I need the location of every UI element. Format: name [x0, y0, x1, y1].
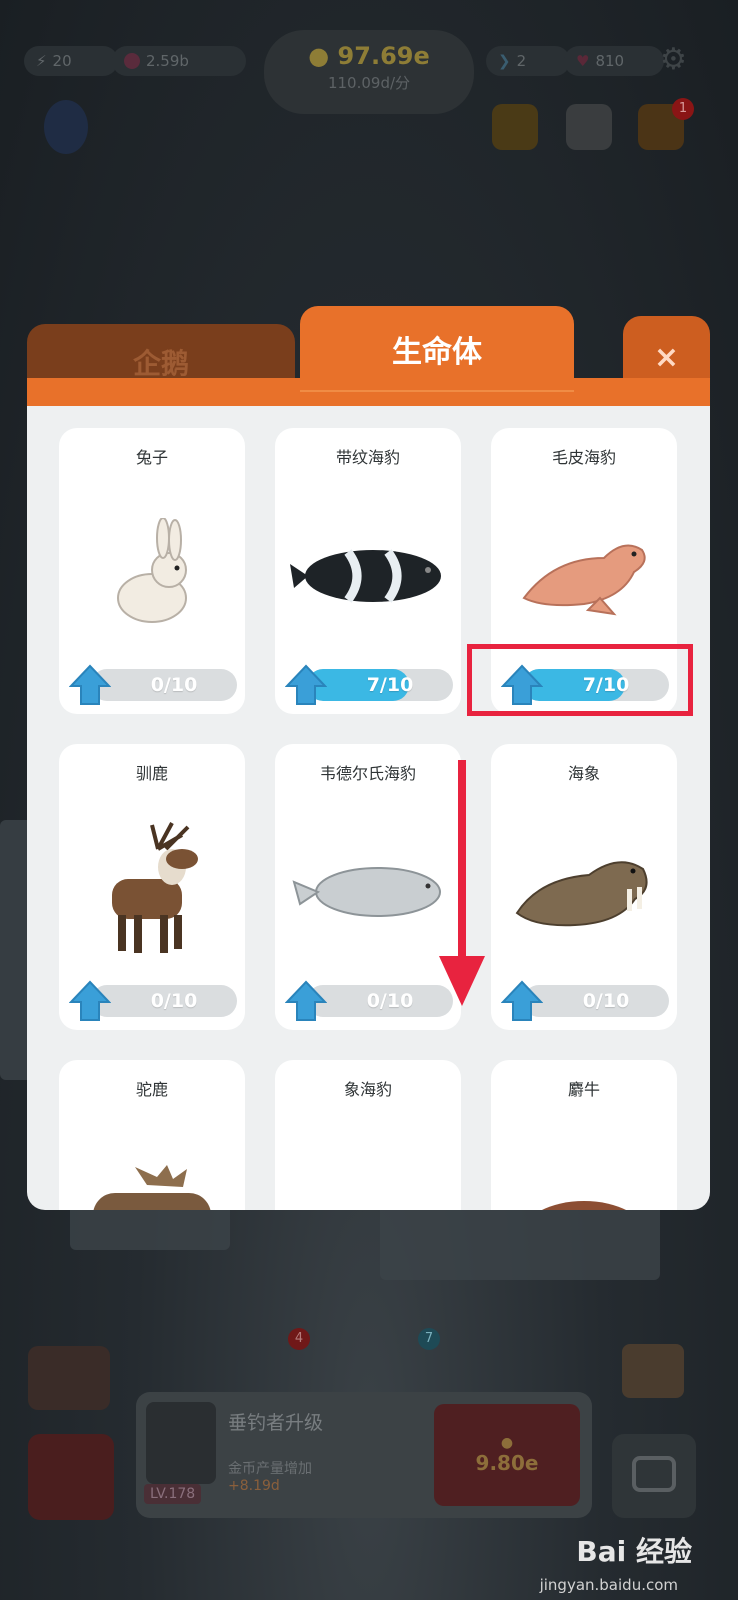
upgrade-increase: +8.19d	[228, 1478, 280, 1494]
fish-icon: ❯	[498, 52, 511, 70]
walrus-icon	[491, 824, 677, 954]
scroll-down-arrow-icon	[439, 760, 485, 1006]
egg-icon[interactable]	[44, 100, 88, 154]
card-name: 象海豹	[343, 1080, 392, 1099]
rabbit-icon	[59, 508, 245, 638]
creature-card-walrus[interactable]: 海象 0/10	[491, 744, 677, 1030]
card-name: 兔子	[135, 448, 168, 467]
energy-value: 20	[52, 52, 72, 70]
creature-card-reindeer[interactable]: 驯鹿 0/10	[59, 744, 245, 1030]
coin-icon: ●	[500, 1435, 514, 1451]
elephant-seal-icon	[275, 1165, 461, 1210]
upgrade-arrow-icon[interactable]	[69, 980, 111, 1022]
musk-ox-icon	[491, 1154, 677, 1210]
creature-card-elephant-seal[interactable]: 象海豹	[275, 1060, 461, 1210]
coin-rate: 110.09d/分	[327, 74, 411, 92]
heart-value: 810	[595, 52, 625, 70]
upgrade-progress: 0/10	[69, 980, 237, 1022]
camera-button[interactable]	[612, 1434, 696, 1518]
progress-text: 0/10	[150, 990, 198, 1012]
clipboard-icon[interactable]	[566, 104, 612, 150]
home-icon[interactable]	[28, 1346, 110, 1410]
angler-avatar	[146, 1402, 216, 1484]
coin-counter: ● 97.69e 110.09d/分	[264, 30, 474, 114]
upgrade-arrow-icon[interactable]	[501, 980, 543, 1022]
card-name: 麝牛	[567, 1080, 600, 1099]
fish-value: 2	[516, 52, 527, 70]
moose-icon	[59, 1140, 245, 1210]
upgrade-progress: 0/10	[285, 980, 453, 1022]
upgrade-arrow-icon[interactable]	[285, 980, 327, 1022]
creature-card-moose[interactable]: 驼鹿	[59, 1060, 245, 1210]
top-hud: ⚡ 20 2.59b ● 97.69e 110.09d/分 ❯ 2 ♥ 810 …	[24, 30, 714, 114]
progress-text: 0/10	[150, 674, 198, 696]
gem-stat: 2.59b	[112, 46, 246, 76]
upgrade-cost: 9.80e	[475, 1451, 539, 1475]
coin-icon: ●	[308, 42, 330, 70]
settings-gear-icon[interactable]: ⚙	[660, 42, 687, 77]
card-name: 韦德尔氏海豹	[319, 764, 416, 783]
quest-badge: 7	[418, 1328, 440, 1350]
trophy-icon[interactable]	[492, 104, 538, 150]
card-name: 毛皮海豹	[551, 448, 616, 467]
creature-card-rabbit[interactable]: 兔子 0/10	[59, 428, 245, 714]
coin-total-value: 97.69e	[337, 42, 430, 70]
progress-bar: 0/10	[91, 669, 237, 701]
upgrade-arrow-icon[interactable]	[285, 664, 327, 706]
card-name: 驯鹿	[135, 764, 168, 783]
upgrade-buy-button[interactable]: ● 9.80e	[434, 1404, 580, 1506]
progress-text: 7/10	[366, 674, 414, 696]
gem-icon	[124, 53, 140, 69]
upgrade-subtitle: 金币产量增加	[228, 1461, 312, 1477]
creature-card-musk-ox[interactable]: 麝牛	[491, 1060, 677, 1210]
creature-card-weddell-seal[interactable]: 韦德尔氏海豹 0/10	[275, 744, 461, 1030]
heart-stat: ♥ 810	[564, 46, 664, 76]
progress-text: 0/10	[582, 990, 630, 1012]
ice-block	[380, 1200, 660, 1280]
reindeer-icon	[59, 814, 245, 964]
ribbon-seal-icon	[275, 508, 461, 638]
baidu-watermark: Bai 经验	[576, 1535, 692, 1568]
upgrade-card[interactable]: LV.178 垂钓者升级 金币产量增加 +8.19d ● 9.80e	[136, 1392, 592, 1518]
card-name: 驼鹿	[135, 1080, 168, 1099]
fish-stat: ❯ 2	[486, 46, 570, 76]
creature-panel[interactable]: 兔子 0/10 带纹海豹 7/10 毛皮海豹 7/10 驯鹿 0/10 韦德尔氏…	[27, 406, 710, 1210]
upgrade-arrow-icon[interactable]	[69, 664, 111, 706]
progress-bar: 0/10	[91, 985, 237, 1017]
quest-badge: 4	[288, 1328, 310, 1350]
weddell-seal-icon	[275, 824, 461, 954]
tab-creatures[interactable]: 生命体	[300, 306, 574, 392]
creature-card-ribbon-seal[interactable]: 带纹海豹 7/10	[275, 428, 461, 714]
progress-bar: 7/10	[307, 669, 453, 701]
camera-icon	[632, 1456, 676, 1492]
fur-seal-icon	[491, 508, 677, 638]
creature-grid: 兔子 0/10 带纹海豹 7/10 毛皮海豹 7/10 驯鹿 0/10 韦德尔氏…	[59, 428, 679, 1210]
gem-value: 2.59b	[146, 52, 189, 70]
upgrade-progress: 7/10	[285, 664, 453, 706]
upgrade-progress: 0/10	[69, 664, 237, 706]
coin-total: ● 97.69e	[264, 42, 474, 70]
progress-bar: 0/10	[307, 985, 453, 1017]
egg-button[interactable]	[28, 1434, 114, 1520]
upgrade-title: 垂钓者升级	[228, 1412, 324, 1434]
lightning-icon: ⚡	[36, 52, 47, 70]
card-name: 带纹海豹	[335, 448, 400, 467]
energy-stat: ⚡ 20	[24, 46, 118, 76]
creature-modal: 企鹅 × 生命体 兔子 0/10 带纹海豹 7/10 毛皮海豹 7/10 驯鹿 …	[27, 306, 710, 1210]
notification-badge: 1	[672, 98, 694, 120]
progress-bar: 0/10	[523, 985, 669, 1017]
watermark-url: jingyan.baidu.com	[539, 1576, 678, 1594]
highlight-box	[467, 644, 693, 716]
heart-icon: ♥	[576, 52, 590, 70]
chest-icon[interactable]	[622, 1344, 684, 1398]
close-icon: ×	[653, 339, 680, 375]
card-name: 海象	[567, 764, 600, 783]
progress-text: 0/10	[366, 990, 414, 1012]
level-badge: LV.178	[144, 1484, 202, 1504]
upgrade-progress: 0/10	[501, 980, 669, 1022]
